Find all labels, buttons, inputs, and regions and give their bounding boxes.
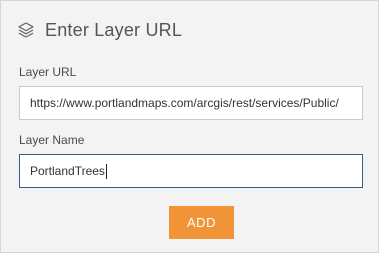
layer-url-input[interactable]: https://www.portlandmaps.com/arcgis/rest… xyxy=(19,86,363,120)
layers-icon xyxy=(18,22,34,38)
layer-name-input[interactable]: PortlandTrees xyxy=(19,154,363,188)
add-button[interactable]: ADD xyxy=(169,206,234,239)
add-layer-panel: Enter Layer URL Layer URL https://www.po… xyxy=(0,0,379,253)
panel-title: Enter Layer URL xyxy=(45,19,183,40)
panel-header: Enter Layer URL xyxy=(17,15,182,45)
layer-name-value: PortlandTrees xyxy=(30,164,105,178)
text-caret xyxy=(105,163,107,179)
layer-url-label: Layer URL xyxy=(19,65,77,79)
layer-url-value: https://www.portlandmaps.com/arcgis/rest… xyxy=(30,96,339,110)
layer-name-label: Layer Name xyxy=(19,133,85,147)
